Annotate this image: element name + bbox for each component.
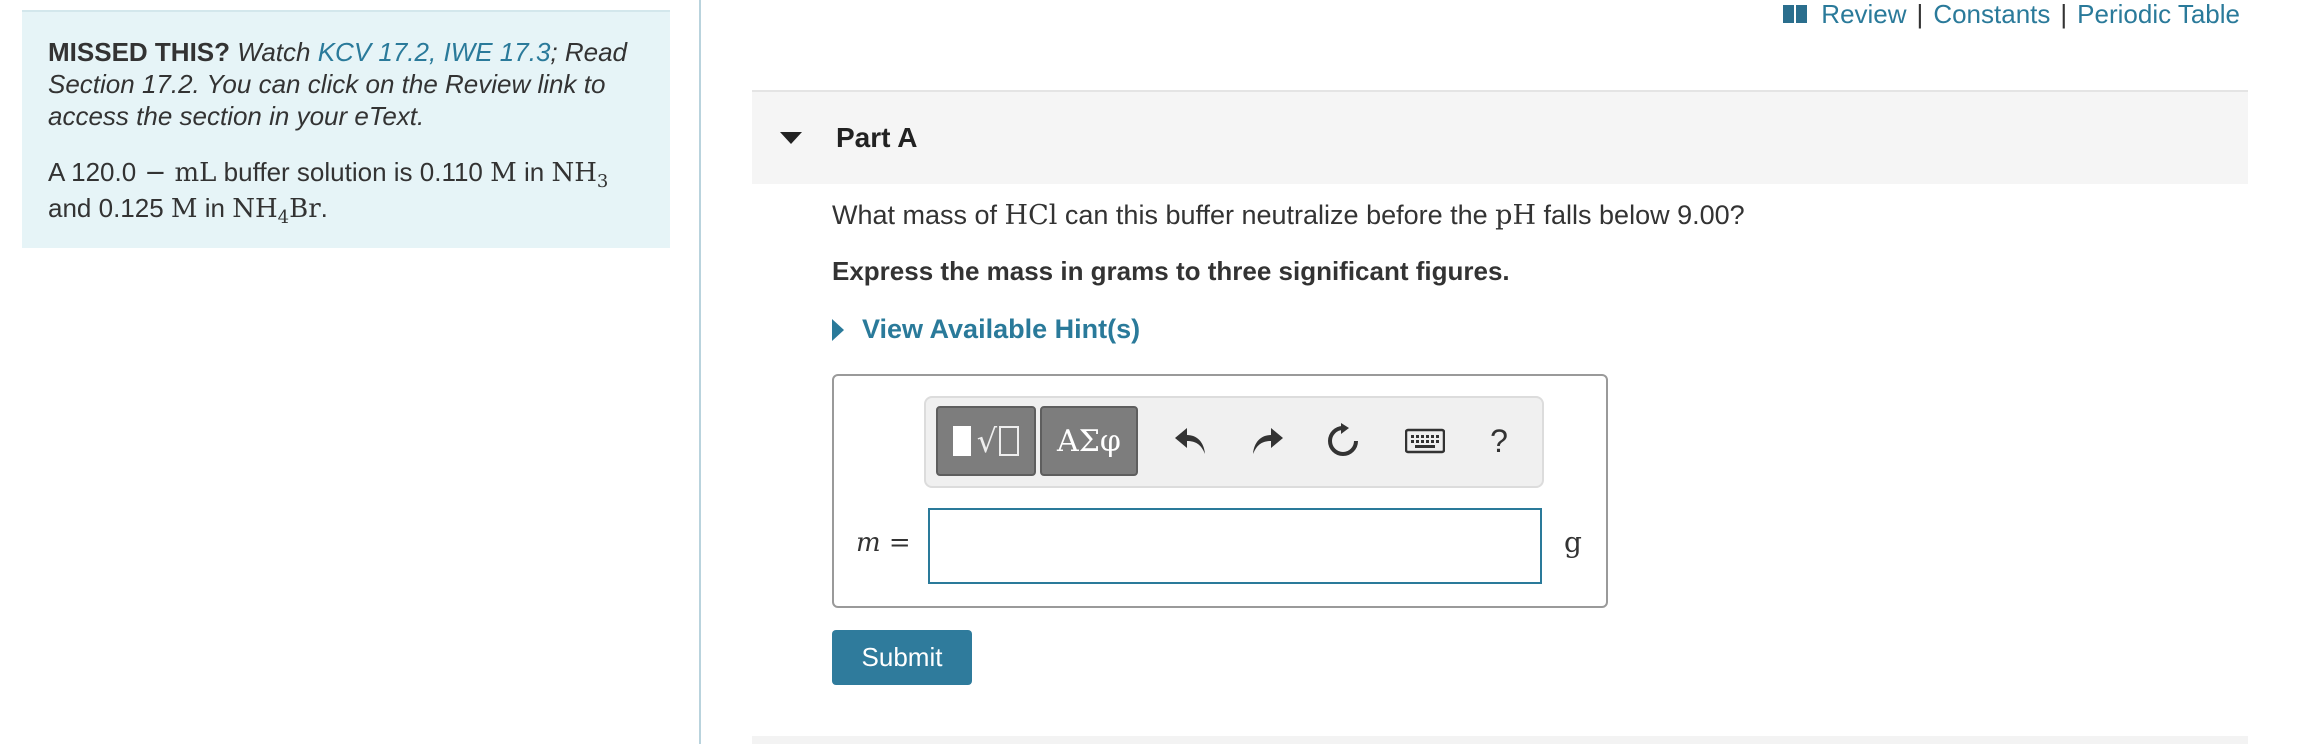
link-separator: | (2060, 0, 2068, 29)
book-icon (1783, 5, 1808, 23)
problem-dash: − (136, 158, 175, 188)
answer-unit: g (1564, 526, 1582, 559)
sqrt-icon: √ (976, 422, 998, 460)
problem-text-3: in (516, 157, 552, 187)
formula-nh4br: NH4Br (232, 194, 321, 228)
problem-text-5: in (197, 193, 233, 223)
column-divider (699, 0, 701, 744)
iwe-link[interactable]: IWE 17.3 (443, 37, 550, 67)
expand-caret-icon (832, 318, 844, 341)
question-text-b: can this buffer neutralize before the (1057, 200, 1496, 230)
missed-this-label: MISSED THIS? (48, 37, 231, 67)
kcv-link[interactable]: KCV 17.2 (318, 37, 429, 67)
formula-nh3-base: NH (551, 158, 597, 188)
submit-button[interactable]: Submit (832, 630, 972, 685)
greek-letters-button[interactable]: ΑΣφ (1040, 406, 1138, 476)
link-comma: , (429, 37, 437, 67)
ph-symbol: pH (1495, 200, 1537, 231)
problem-period: . (320, 193, 328, 223)
review-link[interactable]: Review (1821, 0, 1906, 30)
problem-text-1: A 120.0 (48, 157, 137, 187)
formula-nh4br-subscript: 4 (277, 207, 290, 228)
collapse-caret-icon[interactable] (780, 132, 802, 144)
formula-hcl: HCl (1004, 200, 1058, 231)
missed-this-panel: MISSED THIS? Watch KCV 17.2, IWE 17.3; R… (22, 10, 670, 248)
help-icon[interactable]: ? (1476, 416, 1522, 466)
constants-link[interactable]: Constants (1933, 0, 2050, 30)
formula-nh3: NH3 (551, 158, 608, 192)
view-hints-toggle[interactable]: View Available Hint(s) (832, 314, 1140, 345)
answer-variable: m (856, 528, 881, 558)
left-column: MISSED THIS? Watch KCV 17.2, IWE 17.3; R… (0, 0, 700, 744)
unit-molar: M (490, 158, 517, 188)
link-separator: | (1916, 0, 1924, 29)
unit-molar-2: M (170, 194, 198, 224)
answer-input[interactable] (928, 508, 1542, 584)
redo-icon[interactable] (1244, 416, 1290, 466)
unit-ml: mL (174, 158, 217, 188)
question-text-c: falls below 9.00? (1536, 200, 1745, 230)
templates-button[interactable]: √ (936, 406, 1036, 476)
question-text-a: What mass of (832, 200, 1005, 230)
formula-nh3-subscript: 3 (596, 171, 609, 192)
watch-prefix: Watch (237, 37, 311, 67)
problem-text-4: and 0.125 (48, 193, 171, 223)
next-part-strip (752, 736, 2248, 744)
question-text: What mass of HCl can this buffer neutral… (832, 200, 1745, 231)
part-title: Part A (836, 122, 918, 153)
missed-this-text: MISSED THIS? Watch KCV 17.2, IWE 17.3; R… (48, 36, 644, 132)
reset-icon[interactable] (1320, 416, 1366, 466)
problem-statement: A 120.0 − mL buffer solution is 0.110 M … (48, 156, 644, 228)
answer-variable-label: m = (856, 528, 911, 558)
math-toolbar: √ ΑΣφ ? (924, 396, 1544, 488)
part-a-header[interactable]: Part A (752, 90, 2248, 184)
formula-nh4br-a: NH (232, 194, 278, 224)
undo-icon[interactable] (1168, 416, 1214, 466)
problem-text-2: buffer solution is 0.110 (216, 157, 491, 187)
instruction-text: Express the mass in grams to three signi… (832, 256, 1510, 286)
answer-box: √ ΑΣφ ? m = g (832, 374, 1608, 608)
view-hints-label: View Available Hint(s) (862, 314, 1141, 344)
periodic-table-link[interactable]: Periodic Table (2077, 0, 2240, 30)
keyboard-icon[interactable] (1402, 416, 1448, 466)
top-links: Review | Constants | Periodic Table (1783, 0, 2240, 30)
formula-nh4br-b: Br (289, 194, 321, 224)
templates-icon (952, 426, 971, 456)
placeholder-box-icon (999, 426, 1020, 456)
equals-sign: = (880, 528, 911, 558)
